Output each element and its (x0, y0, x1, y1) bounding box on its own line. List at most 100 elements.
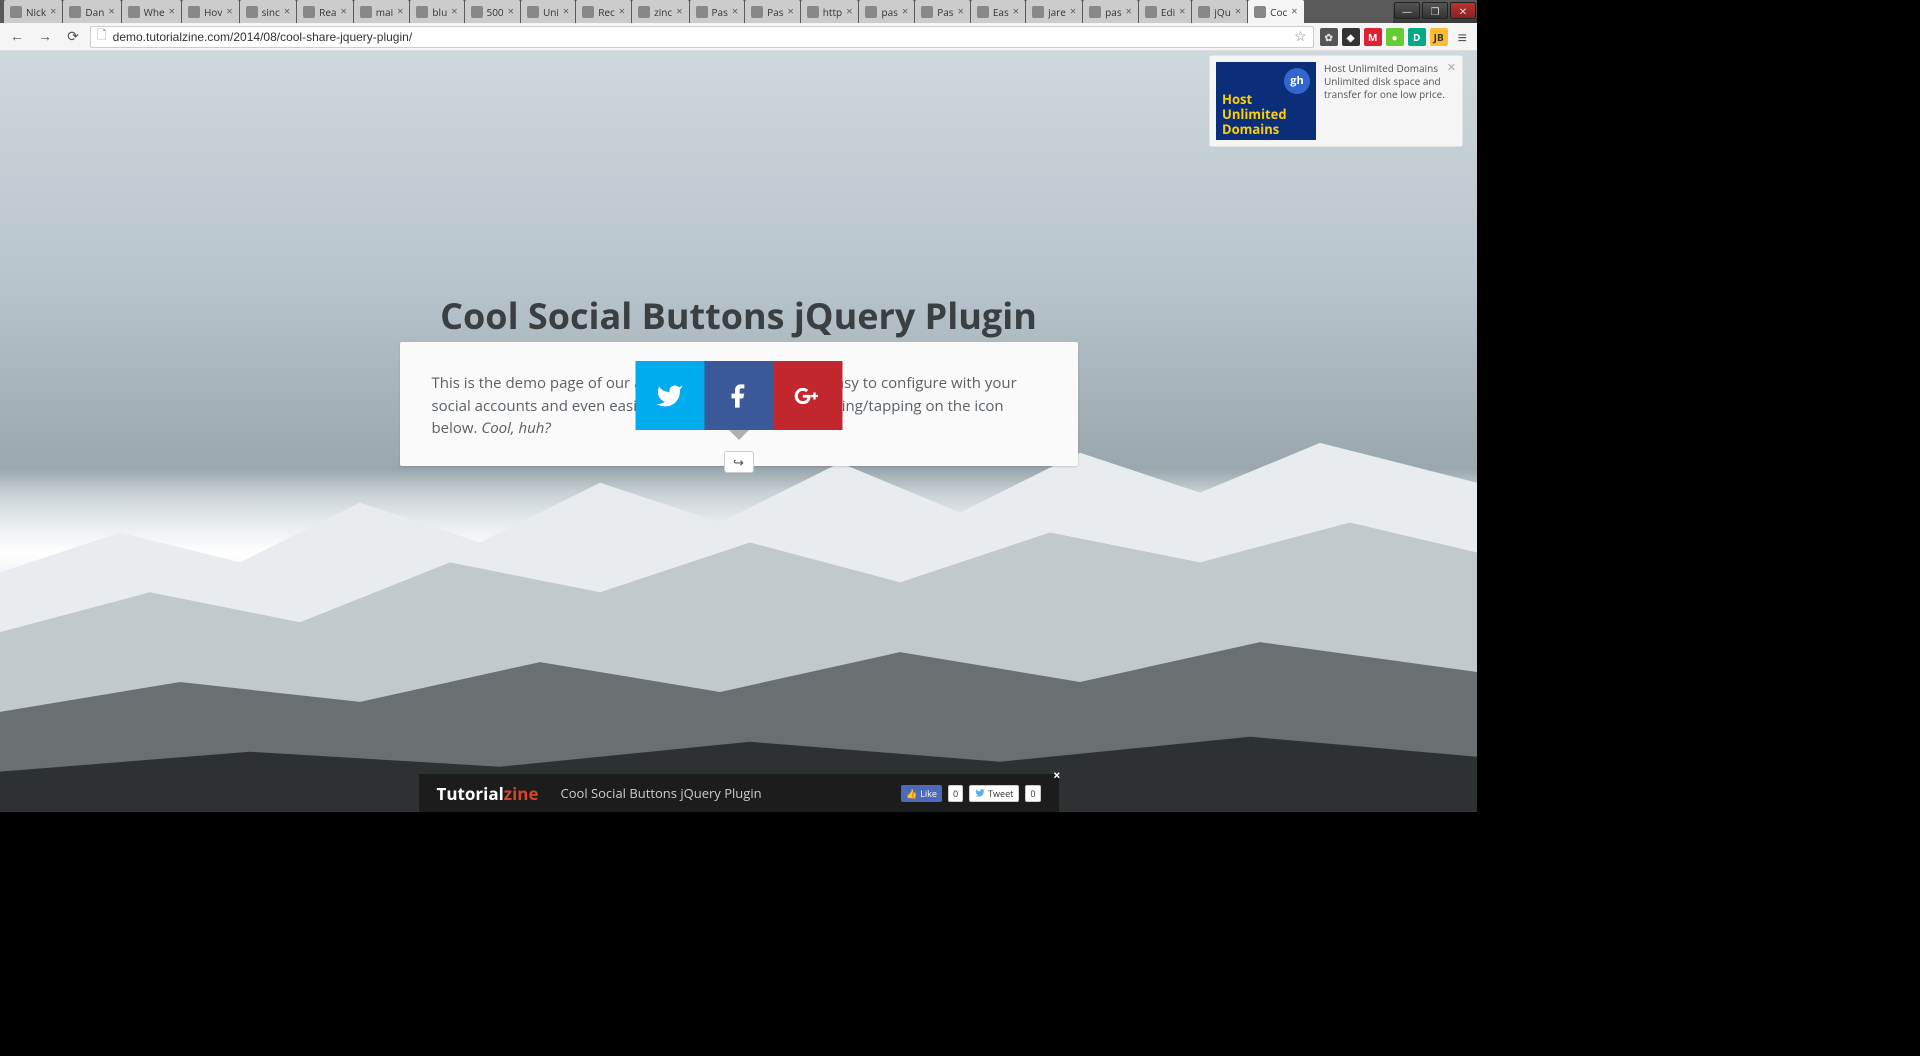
tab-label: sinc (262, 5, 280, 19)
browser-tab[interactable]: Whe× (122, 0, 181, 23)
tab-close-icon[interactable]: × (340, 4, 346, 19)
tab-close-icon[interactable]: × (108, 4, 114, 19)
share-trigger-button[interactable]: ↪ (724, 451, 754, 473)
fb-like-button[interactable]: 👍 Like (901, 785, 942, 802)
extension-icon[interactable]: ● (1386, 28, 1404, 46)
browser-tab[interactable]: jare× (1026, 0, 1082, 23)
tab-label: jQu (1214, 5, 1230, 19)
browser-tab[interactable]: Eas× (971, 0, 1025, 23)
chrome-menu-icon[interactable]: ≡ (1454, 26, 1471, 48)
forward-button[interactable]: → (34, 26, 56, 48)
bottom-bar-close-icon[interactable]: × (1053, 766, 1060, 784)
ad-box[interactable]: gh Host Unlimited Domains Host Unlimited… (1209, 55, 1463, 147)
tab-label: Nick (26, 5, 46, 19)
tab-label: Edi (1161, 5, 1175, 19)
tab-close-icon[interactable]: × (50, 4, 56, 19)
brand-logo[interactable]: Tutorialzine (437, 782, 539, 805)
favicon (921, 6, 933, 18)
browser-tab[interactable]: Pas × (915, 0, 970, 23)
window-minimize[interactable]: — (1394, 2, 1420, 19)
tab-close-icon[interactable]: × (846, 4, 852, 19)
tab-close-icon[interactable]: × (788, 4, 794, 19)
tab-close-icon[interactable]: × (451, 4, 457, 19)
extension-icon[interactable]: JB (1430, 28, 1448, 46)
browser-tab[interactable]: jQu × (1192, 0, 1247, 23)
browser-tab[interactable]: Coc × (1248, 0, 1303, 23)
page-icon: 🗋 (97, 26, 107, 47)
url-input[interactable] (113, 30, 1288, 44)
extension-icons: ✿◆M●DJB (1320, 28, 1448, 46)
browser-tab[interactable]: blu× (410, 0, 463, 23)
favicon (977, 6, 989, 18)
tab-close-icon[interactable]: × (732, 4, 738, 19)
reload-button[interactable]: ⟳ (62, 26, 84, 48)
tab-label: Pas (767, 5, 783, 19)
browser-tab[interactable]: sinc × (240, 0, 297, 23)
browser-tab[interactable]: Edi × (1139, 0, 1192, 23)
share-googleplus-button[interactable] (773, 361, 842, 430)
share-arrow-icon: ↪ (733, 453, 744, 471)
share-twitter-button[interactable] (635, 361, 704, 430)
window-maximize[interactable]: ❐ (1422, 2, 1448, 19)
tab-close-icon[interactable]: × (619, 4, 625, 19)
browser-tab[interactable]: http × (801, 0, 859, 23)
browser-tab[interactable]: pas× (859, 0, 914, 23)
tab-close-icon[interactable]: × (1070, 4, 1076, 19)
share-popup (635, 361, 842, 430)
back-button[interactable]: ← (6, 26, 28, 48)
browser-tab[interactable]: Nick × (4, 0, 62, 23)
browser-tab[interactable]: pas× (1083, 0, 1138, 23)
browser-tab[interactable]: zinc × (632, 0, 688, 23)
browser-tab[interactable]: Rea× (297, 0, 353, 23)
tab-label: http (823, 5, 842, 19)
favicon (865, 6, 877, 18)
favicon (128, 6, 140, 18)
browser-tab[interactable]: Pas× (690, 0, 745, 23)
tab-close-icon[interactable]: × (169, 4, 175, 19)
extension-icon[interactable]: M (1364, 28, 1382, 46)
extension-icon[interactable]: ◆ (1342, 28, 1360, 46)
favicon (303, 6, 315, 18)
tab-close-icon[interactable]: × (676, 4, 682, 19)
tab-close-icon[interactable]: × (563, 4, 569, 19)
tab-close-icon[interactable]: × (1291, 4, 1297, 19)
share-facebook-button[interactable] (704, 361, 773, 430)
tab-close-icon[interactable]: × (508, 4, 514, 19)
tab-label: Pas (937, 5, 953, 19)
tab-close-icon[interactable]: × (1013, 4, 1019, 19)
favicon (527, 6, 539, 18)
tab-close-icon[interactable]: × (397, 4, 403, 19)
fb-like-count: 0 (948, 785, 963, 802)
browser-tab[interactable]: Pas × (745, 0, 800, 23)
browser-tab[interactable]: 500× (465, 0, 520, 23)
tab-close-icon[interactable]: × (226, 4, 232, 19)
tab-label: Coc (1270, 5, 1287, 19)
browser-tab[interactable]: mai× (354, 0, 410, 23)
favicon (751, 6, 763, 18)
twitter-icon (656, 382, 684, 410)
tab-label: zinc (654, 5, 672, 19)
browser-chrome: Nick×Dan×Whe×Hov×sinc×Rea×mai×blu×500×Un… (0, 0, 1477, 51)
tab-close-icon[interactable]: × (1126, 4, 1132, 19)
favicon (1198, 6, 1210, 18)
tab-close-icon[interactable]: × (1179, 4, 1185, 19)
bookmark-star-icon[interactable]: ☆ (1294, 27, 1307, 46)
tab-close-icon[interactable]: × (1235, 4, 1241, 19)
ad-close-icon[interactable]: ✕ (1447, 60, 1456, 75)
favicon (416, 6, 428, 18)
browser-tab[interactable]: Dan× (63, 0, 120, 23)
window-close[interactable]: ✕ (1450, 2, 1476, 19)
tab-close-icon[interactable]: × (284, 4, 290, 19)
extension-icon[interactable]: D (1408, 28, 1426, 46)
favicon (696, 6, 708, 18)
browser-tab[interactable]: Uni× (521, 0, 575, 23)
ad-image: gh Host Unlimited Domains (1216, 62, 1316, 140)
favicon (807, 6, 819, 18)
extension-icon[interactable]: ✿ (1320, 28, 1338, 46)
browser-tab[interactable]: Rec× (576, 0, 631, 23)
tab-close-icon[interactable]: × (958, 4, 964, 19)
browser-tab[interactable]: Hov× (182, 0, 239, 23)
tweet-button[interactable]: Tweet (969, 785, 1019, 802)
tab-close-icon[interactable]: × (902, 4, 908, 19)
url-bar[interactable]: 🗋 ☆ (90, 26, 1314, 48)
